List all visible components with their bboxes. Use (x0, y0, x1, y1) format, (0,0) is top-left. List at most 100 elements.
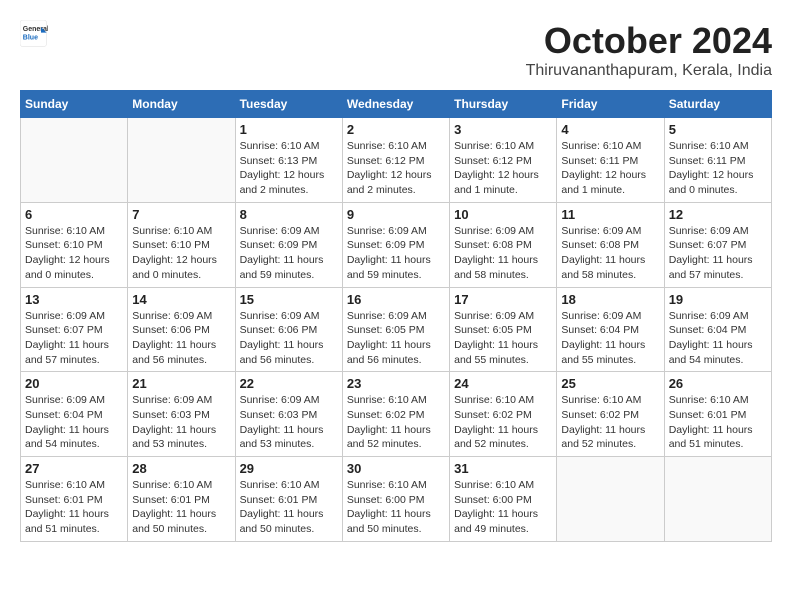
day-info: Sunrise: 6:09 AM Sunset: 6:05 PM Dayligh… (454, 309, 552, 368)
day-info: Sunrise: 6:10 AM Sunset: 6:12 PM Dayligh… (347, 139, 445, 198)
day-info: Sunrise: 6:10 AM Sunset: 6:11 PM Dayligh… (561, 139, 659, 198)
calendar-cell: 13 Sunrise: 6:09 AM Sunset: 6:07 PM Dayli… (21, 287, 128, 372)
day-number: 1 (240, 122, 338, 137)
day-info: Sunrise: 6:09 AM Sunset: 6:04 PM Dayligh… (25, 393, 123, 452)
calendar-cell: 24 Sunrise: 6:10 AM Sunset: 6:02 PM Dayli… (450, 372, 557, 457)
calendar-cell: 26 Sunrise: 6:10 AM Sunset: 6:01 PM Dayli… (664, 372, 771, 457)
day-number: 12 (669, 207, 767, 222)
header-sunday: Sunday (21, 91, 128, 118)
day-info: Sunrise: 6:09 AM Sunset: 6:08 PM Dayligh… (454, 224, 552, 283)
day-info: Sunrise: 6:09 AM Sunset: 6:03 PM Dayligh… (240, 393, 338, 452)
week-row-2: 6Sunrise: 6:10 AM Sunset: 6:10 PM Daylig… (21, 202, 772, 287)
day-number: 30 (347, 461, 445, 476)
day-info: Sunrise: 6:09 AM Sunset: 6:04 PM Dayligh… (561, 309, 659, 368)
day-info: Sunrise: 6:09 AM Sunset: 6:07 PM Dayligh… (25, 309, 123, 368)
day-number: 11 (561, 207, 659, 222)
day-number: 26 (669, 376, 767, 391)
day-number: 15 (240, 292, 338, 307)
calendar-cell: 19 Sunrise: 6:09 AM Sunset: 6:04 PM Dayli… (664, 287, 771, 372)
day-number: 31 (454, 461, 552, 476)
calendar-cell: 11 Sunrise: 6:09 AM Sunset: 6:08 PM Dayli… (557, 202, 664, 287)
day-number: 9 (347, 207, 445, 222)
calendar-cell: 8 Sunrise: 6:09 AM Sunset: 6:09 PM Daylig… (235, 202, 342, 287)
day-info: Sunrise: 6:10 AM Sunset: 6:02 PM Dayligh… (454, 393, 552, 452)
calendar-cell: 2 Sunrise: 6:10 AM Sunset: 6:12 PM Daylig… (342, 118, 449, 203)
logo: General Blue (20, 20, 48, 48)
calendar-cell: 1 Sunrise: 6:10 AM Sunset: 6:13 PM Daylig… (235, 118, 342, 203)
calendar-cell: 23Sunrise: 6:10 AM Sunset: 6:02 PM Dayli… (342, 372, 449, 457)
day-number: 5 (669, 122, 767, 137)
location-subtitle: Thiruvananthapuram, Kerala, India (526, 62, 772, 80)
day-info: Sunrise: 6:10 AM Sunset: 6:01 PM Dayligh… (669, 393, 767, 452)
day-info: Sunrise: 6:09 AM Sunset: 6:09 PM Dayligh… (240, 224, 338, 283)
day-info: Sunrise: 6:09 AM Sunset: 6:03 PM Dayligh… (132, 393, 230, 452)
day-number: 19 (669, 292, 767, 307)
day-number: 18 (561, 292, 659, 307)
day-number: 25 (561, 376, 659, 391)
day-info: Sunrise: 6:10 AM Sunset: 6:01 PM Dayligh… (132, 478, 230, 537)
day-number: 28 (132, 461, 230, 476)
calendar-table: Sunday Monday Tuesday Wednesday Thursday… (20, 90, 772, 542)
week-row-3: 13 Sunrise: 6:09 AM Sunset: 6:07 PM Dayli… (21, 287, 772, 372)
day-number: 10 (454, 207, 552, 222)
weekday-header-row: Sunday Monday Tuesday Wednesday Thursday… (21, 91, 772, 118)
calendar-cell: 6Sunrise: 6:10 AM Sunset: 6:10 PM Daylig… (21, 202, 128, 287)
calendar-cell: 18 Sunrise: 6:09 AM Sunset: 6:04 PM Dayli… (557, 287, 664, 372)
day-info: Sunrise: 6:10 AM Sunset: 6:12 PM Dayligh… (454, 139, 552, 198)
day-number: 4 (561, 122, 659, 137)
calendar-cell: 7Sunrise: 6:10 AM Sunset: 6:10 PM Daylig… (128, 202, 235, 287)
calendar-cell: 30 Sunrise: 6:10 AM Sunset: 6:00 PM Dayli… (342, 457, 449, 542)
header-friday: Friday (557, 91, 664, 118)
day-number: 16 (347, 292, 445, 307)
calendar-cell: 10 Sunrise: 6:09 AM Sunset: 6:08 PM Dayli… (450, 202, 557, 287)
week-row-5: 27Sunrise: 6:10 AM Sunset: 6:01 PM Dayli… (21, 457, 772, 542)
day-number: 7 (132, 207, 230, 222)
day-info: Sunrise: 6:09 AM Sunset: 6:07 PM Dayligh… (669, 224, 767, 283)
day-number: 17 (454, 292, 552, 307)
day-info: Sunrise: 6:10 AM Sunset: 6:13 PM Dayligh… (240, 139, 338, 198)
day-info: Sunrise: 6:10 AM Sunset: 6:10 PM Dayligh… (25, 224, 123, 283)
calendar-cell: 20Sunrise: 6:09 AM Sunset: 6:04 PM Dayli… (21, 372, 128, 457)
calendar-cell: 25 Sunrise: 6:10 AM Sunset: 6:02 PM Dayli… (557, 372, 664, 457)
page-header: General Blue October 2024 Thiruvananthap… (20, 20, 772, 80)
calendar-cell: 12 Sunrise: 6:09 AM Sunset: 6:07 PM Dayli… (664, 202, 771, 287)
calendar-cell: 4 Sunrise: 6:10 AM Sunset: 6:11 PM Daylig… (557, 118, 664, 203)
day-number: 13 (25, 292, 123, 307)
calendar-cell: 31Sunrise: 6:10 AM Sunset: 6:00 PM Dayli… (450, 457, 557, 542)
day-info: Sunrise: 6:09 AM Sunset: 6:08 PM Dayligh… (561, 224, 659, 283)
day-info: Sunrise: 6:09 AM Sunset: 6:04 PM Dayligh… (669, 309, 767, 368)
calendar-cell: 17 Sunrise: 6:09 AM Sunset: 6:05 PM Dayli… (450, 287, 557, 372)
logo-icon: General Blue (20, 20, 48, 48)
calendar-cell: 29 Sunrise: 6:10 AM Sunset: 6:01 PM Dayli… (235, 457, 342, 542)
calendar-cell (664, 457, 771, 542)
day-number: 8 (240, 207, 338, 222)
day-info: Sunrise: 6:09 AM Sunset: 6:05 PM Dayligh… (347, 309, 445, 368)
month-title: October 2024 (526, 20, 772, 62)
day-info: Sunrise: 6:09 AM Sunset: 6:06 PM Dayligh… (132, 309, 230, 368)
day-info: Sunrise: 6:09 AM Sunset: 6:06 PM Dayligh… (240, 309, 338, 368)
day-number: 23 (347, 376, 445, 391)
calendar-cell: 5 Sunrise: 6:10 AM Sunset: 6:11 PM Daylig… (664, 118, 771, 203)
title-block: October 2024 Thiruvananthapuram, Kerala,… (526, 20, 772, 80)
header-wednesday: Wednesday (342, 91, 449, 118)
day-info: Sunrise: 6:09 AM Sunset: 6:09 PM Dayligh… (347, 224, 445, 283)
header-saturday: Saturday (664, 91, 771, 118)
svg-text:Blue: Blue (23, 35, 38, 42)
header-thursday: Thursday (450, 91, 557, 118)
day-info: Sunrise: 6:10 AM Sunset: 6:01 PM Dayligh… (240, 478, 338, 537)
calendar-cell: 16 Sunrise: 6:09 AM Sunset: 6:05 PM Dayli… (342, 287, 449, 372)
calendar-cell: 27Sunrise: 6:10 AM Sunset: 6:01 PM Dayli… (21, 457, 128, 542)
calendar-cell: 28 Sunrise: 6:10 AM Sunset: 6:01 PM Dayli… (128, 457, 235, 542)
day-number: 29 (240, 461, 338, 476)
day-info: Sunrise: 6:10 AM Sunset: 6:11 PM Dayligh… (669, 139, 767, 198)
calendar-cell: 22Sunrise: 6:09 AM Sunset: 6:03 PM Dayli… (235, 372, 342, 457)
day-info: Sunrise: 6:10 AM Sunset: 6:00 PM Dayligh… (347, 478, 445, 537)
calendar-cell: 3Sunrise: 6:10 AM Sunset: 6:12 PM Daylig… (450, 118, 557, 203)
day-number: 24 (454, 376, 552, 391)
day-number: 14 (132, 292, 230, 307)
calendar-cell (557, 457, 664, 542)
day-number: 2 (347, 122, 445, 137)
week-row-1: 1 Sunrise: 6:10 AM Sunset: 6:13 PM Daylig… (21, 118, 772, 203)
day-info: Sunrise: 6:10 AM Sunset: 6:02 PM Dayligh… (561, 393, 659, 452)
calendar-cell: 9 Sunrise: 6:09 AM Sunset: 6:09 PM Daylig… (342, 202, 449, 287)
